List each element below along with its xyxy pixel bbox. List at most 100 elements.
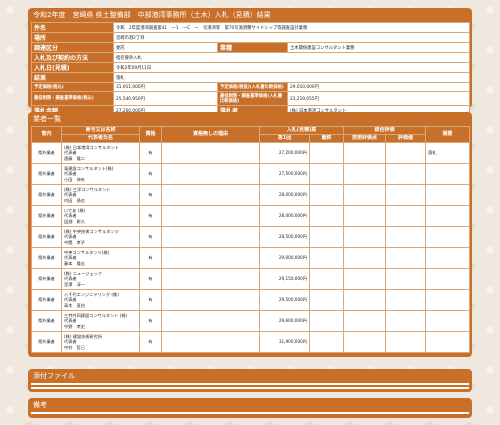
- name-cell: 八千代エンジニヤリング (株) 代表者 高木 直也: [61, 289, 140, 311]
- row-result: 結果 落札: [31, 72, 471, 83]
- qualification-cell: 有: [139, 142, 162, 164]
- eval-value-cell: [385, 205, 427, 227]
- table-row: 県外業者 (株) 建設技術研究所 代表者 中村 哲己有 31,900,000円: [31, 331, 471, 353]
- case-name-label: 件名: [31, 22, 114, 33]
- procurement-value: 委託: [113, 42, 218, 53]
- office-cell: 県外業者: [31, 184, 62, 206]
- representative-name: 藤本 隆志: [64, 260, 85, 266]
- eval-value-cell: [385, 226, 427, 248]
- note-cell: [425, 163, 471, 185]
- min-price-ex-label: 最低制限・調査基準価格(入札書比較価格): [217, 91, 288, 106]
- col-tech: 技術評価点: [343, 134, 387, 143]
- col-round1: 第1回: [259, 134, 310, 143]
- col-final: 最終: [308, 134, 345, 143]
- summary-table-wrap: 件名 令和 2年度港湾調査第41 ー1 ーC ー 号港湾等 第70号漁港蟹サイド…: [31, 22, 471, 116]
- result-summary-panel: 令和2年度 宮崎県 県土整備部 中部港湾事務所（土木）入札（見積）結果 件名 令…: [28, 8, 472, 116]
- row-method: 入札及び契約の方法 指名競争入札: [31, 52, 471, 63]
- bid-date-label: 入札日(見積): [31, 62, 114, 73]
- col-name: 商号又は名称: [61, 126, 140, 135]
- bid-final-cell: [308, 247, 345, 269]
- office-cell: 県外業者: [31, 268, 62, 290]
- office-cell: 県外業者: [31, 289, 62, 311]
- office-cell: 県外業者: [31, 142, 62, 164]
- remarks-title: 備考: [33, 401, 47, 409]
- eval-value-cell: [385, 184, 427, 206]
- row-planned-price: 予定価格(税込) 31,911,000円 予定価格(税抜)(入札書比較価格) 2…: [31, 82, 471, 92]
- table-row: 県外業者 (株) 日本港湾コンサルタント 代表者 遠藤 隆二有 27,200,000円 落…: [31, 142, 471, 164]
- representative-name: 中野 孝史: [64, 323, 85, 329]
- attachments-panel: 添付ファイル: [28, 369, 472, 392]
- tech-score-cell: [343, 247, 387, 269]
- industry-label: 業種: [217, 42, 288, 53]
- bid-date-value: 令和2年09月11日: [112, 62, 471, 73]
- office-cell: 県外業者: [31, 163, 62, 185]
- bidder-list-panel: 業者一覧 管内 商号又は名称 資格 資格無しの理由 入札(見積)高 総合評価 摘…: [28, 112, 472, 357]
- representative-name: 内田 昌也: [64, 197, 85, 203]
- name-cell: (株) 建設技術研究所 代表者 中村 哲己: [61, 331, 140, 353]
- planned-price-value: 31,911,000円: [113, 82, 218, 92]
- bid-round1-cell: 31,900,000円: [259, 331, 310, 353]
- remarks-body: [31, 412, 469, 414]
- name-cell: 中央コンサルタンツ(株) 代表者 藤本 隆志: [61, 247, 140, 269]
- office-cell: 県外業者: [31, 205, 62, 227]
- attachments-title: 添付ファイル: [33, 372, 75, 380]
- reason-cell: [161, 289, 260, 311]
- qualification-cell: 有: [139, 268, 162, 290]
- summary-title: 令和2年度 宮崎県 県土整備部 中部港湾事務所（土木）入札（見積）結果: [33, 11, 271, 19]
- note-cell: [425, 331, 471, 353]
- result-label: 結果: [31, 72, 114, 83]
- row-procurement: 調達区分 委託 業種 土木関係建設コンサルタント業務: [31, 42, 471, 53]
- tech-score-cell: [343, 163, 387, 185]
- name-cell: (株) 日本港湾コンサルタント 代表者 遠藤 隆二: [61, 142, 140, 164]
- bid-final-cell: [308, 226, 345, 248]
- bid-final-cell: [308, 205, 345, 227]
- tech-score-cell: [343, 268, 387, 290]
- bid-round1-cell: 29,150,000円: [259, 268, 310, 290]
- bid-round1-cell: 28,500,000円: [259, 226, 310, 248]
- min-price-value: 25,540,950円: [113, 91, 218, 106]
- method-label: 入札及び契約の方法: [31, 52, 114, 63]
- bid-final-cell: [308, 142, 345, 164]
- office-cell: 県外業者: [31, 331, 62, 353]
- representative-name: 田畑 彰久: [64, 218, 85, 224]
- representative-name: 中村 哲己: [64, 344, 85, 350]
- note-cell: [425, 310, 471, 332]
- bid-round1-cell: 27,500,000円: [259, 163, 310, 185]
- attachments-body: [31, 383, 469, 385]
- reason-cell: [161, 331, 260, 353]
- tech-score-cell: [343, 142, 387, 164]
- bid-round1-cell: 28,000,000円: [259, 184, 310, 206]
- bidder-table-wrap: 管内 商号又は名称 資格 資格無しの理由 入札(見積)高 総合評価 摘要 代表者…: [31, 126, 471, 353]
- eval-value-cell: [385, 289, 427, 311]
- col-office: 管内: [31, 126, 62, 143]
- tech-score-cell: [343, 184, 387, 206]
- bid-final-cell: [308, 268, 345, 290]
- note-cell: [425, 184, 471, 206]
- table-row: 県外業者 中央コンサルタンツ(株) 代表者 藤本 隆志有 29,000,000円: [31, 247, 471, 269]
- table-row: 県外業者 三井共同建設コンサルタント (株) 代表者 中野 孝史有 29,600,000…: [31, 310, 471, 332]
- bid-final-cell: [308, 289, 345, 311]
- name-cell: 東建設コンサルタント(株) 代表者 小田 伸夫: [61, 163, 140, 185]
- location-label: 場所: [31, 32, 114, 43]
- office-cell: 県外業者: [31, 247, 62, 269]
- tech-score-cell: [343, 205, 387, 227]
- reason-cell: [161, 205, 260, 227]
- reason-cell: [161, 310, 260, 332]
- row-min-price: 最低制限・調査基準価格(税込) 25,540,950円 最低制限・調査基準価格(…: [31, 91, 471, 106]
- col-bid-group: 入札(見積)高: [258, 126, 345, 135]
- industry-value: 土木関係建設コンサルタント業務: [286, 42, 471, 53]
- eval-value-cell: [385, 268, 427, 290]
- case-name-value: 令和 2年度港湾調査第41 ー1 ーC ー 号港湾等 第70号漁港蟹サイドシップ…: [112, 22, 471, 33]
- table-row: 県外業者 東建設コンサルタント(株) 代表者 小田 伸夫有 27,500,000円: [31, 163, 471, 185]
- reason-cell: [161, 247, 260, 269]
- note-cell: [425, 226, 471, 248]
- bid-round1-cell: 27,200,000円: [259, 142, 310, 164]
- reason-cell: [161, 184, 260, 206]
- min-price-ex-value: 23,219,055円: [286, 91, 471, 106]
- bid-round1-cell: 29,500,000円: [259, 289, 310, 311]
- qualification-cell: 有: [139, 163, 162, 185]
- representative-name: 高木 直也: [64, 302, 85, 308]
- note-cell: [425, 205, 471, 227]
- bidder-table: 管内 商号又は名称 資格 資格無しの理由 入札(見積)高 総合評価 摘要 代表者…: [31, 126, 471, 353]
- planned-price-ex-label: 予定価格(税抜)(入札書比較価格): [217, 82, 288, 92]
